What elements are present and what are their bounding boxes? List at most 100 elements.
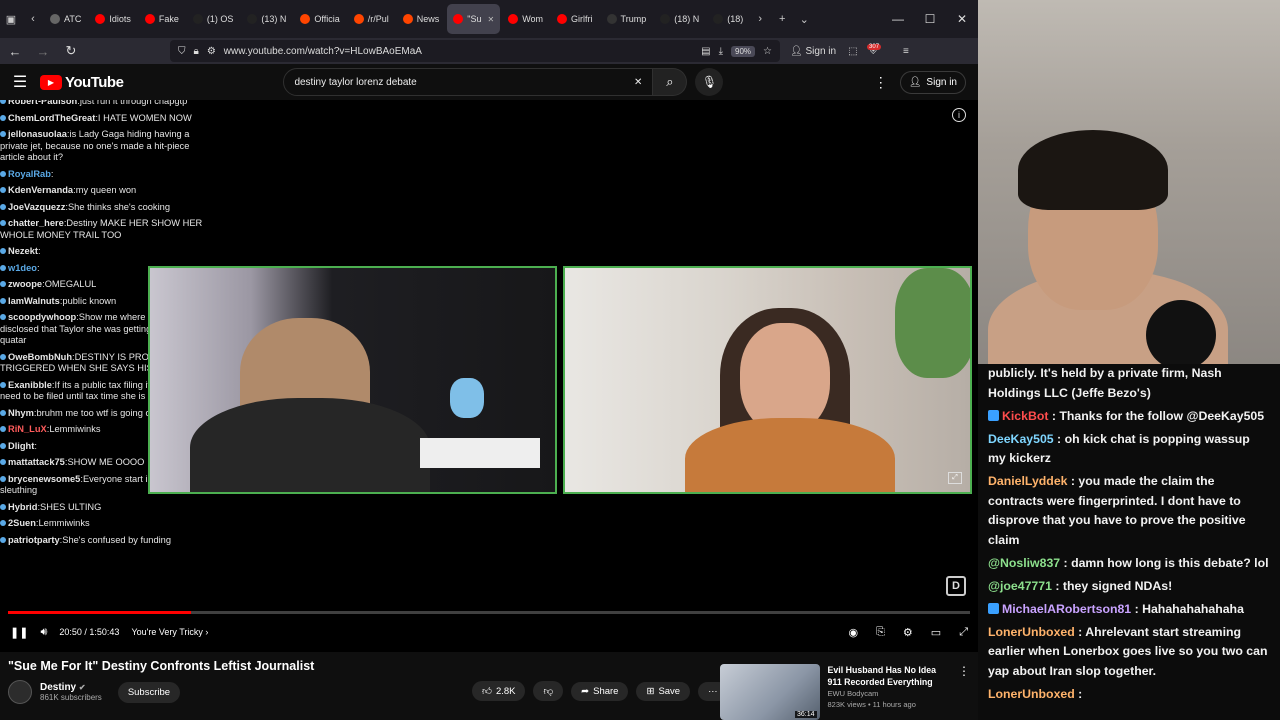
channel-avatar[interactable]	[8, 680, 32, 704]
chapter-button[interactable]: You're Very Tricky ›	[131, 627, 208, 637]
user-badge-icon	[0, 248, 6, 254]
fullscreen-icon[interactable]: ⤢	[959, 626, 968, 639]
close-tab-icon[interactable]: ✕	[487, 15, 494, 24]
maximize-icon[interactable]: ☐	[914, 12, 946, 26]
stream-chat-username[interactable]: DeeKay505	[988, 432, 1054, 446]
browser-tab[interactable]: News	[397, 4, 446, 34]
recommended-video[interactable]: 36:14 Evil Husband Has No Idea 911 Recor…	[720, 664, 970, 720]
browser-tab[interactable]: (1) OS	[187, 4, 240, 34]
overlay-chat-username: jellonasuolaa	[8, 129, 67, 139]
url-bar[interactable]: ⛉ 🔒︎ ⚙︎ www.youtube.com/watch?v=HLowBAoE…	[170, 40, 780, 62]
right-speaker-face	[740, 323, 830, 433]
extension-shield-icon[interactable]: ⛨307	[867, 43, 892, 57]
scroll-tabs-right-icon[interactable]: ›	[749, 0, 771, 38]
channel-watermark[interactable]: D	[946, 576, 966, 596]
permissions-icon[interactable]: ⚙︎	[207, 46, 216, 57]
list-all-tabs-icon[interactable]: ⌄	[793, 0, 815, 38]
tab-favicon-icon	[402, 14, 413, 24]
hamburger-menu-icon[interactable]: ☰	[0, 72, 40, 92]
tab-list-icon[interactable]: ▣	[0, 0, 22, 38]
browser-tab[interactable]: (18) N	[654, 4, 705, 34]
browser-tab[interactable]: Girlfri	[551, 4, 599, 34]
browser-tab[interactable]: "Su ✕	[447, 4, 501, 34]
captions-icon[interactable]: ⎘	[876, 626, 885, 639]
zoom-level[interactable]: 90%	[731, 45, 756, 57]
overlay-chat-message: chatter_here:Destiny MAKE HER SHOW HER W…	[0, 218, 210, 241]
volume-icon[interactable]: 🔊︎	[40, 626, 47, 639]
clear-search-icon[interactable]: ✕	[634, 77, 642, 88]
account-button[interactable]: 👤︎ Sign in	[790, 46, 836, 57]
subscribe-button[interactable]: Subscribe	[117, 681, 181, 703]
overlay-chat-message: JoeVazquezz:She thinks she's cooking	[0, 202, 210, 214]
recommended-thumbnail[interactable]: 36:14	[720, 664, 820, 720]
stream-chat-message: @joe47771 : they signed NDAs!	[988, 577, 1270, 597]
new-tab-button[interactable]: +	[771, 0, 793, 38]
info-icon[interactable]: i	[952, 108, 966, 122]
user-badge-icon	[0, 131, 6, 137]
recommended-title[interactable]: Evil Husband Has No Idea 911 Recorded Ev…	[828, 664, 950, 688]
youtube-signin-button[interactable]: 👤︎ Sign in	[899, 70, 966, 94]
back-icon[interactable]: ←	[6, 44, 24, 59]
user-circle-icon: 👤︎	[908, 76, 922, 88]
save-button[interactable]: ⊞ Save	[636, 681, 691, 701]
shield-icon[interactable]: ⛉	[178, 46, 186, 57]
tab-label: (18) N	[674, 14, 700, 24]
expand-icon[interactable]: ⤢	[948, 472, 962, 484]
stream-chat-username[interactable]: LonerUnboxed	[988, 687, 1075, 701]
reload-icon[interactable]: ↻	[62, 43, 80, 59]
settings-gear-icon[interactable]: ⚙︎	[903, 626, 913, 639]
theater-mode-icon[interactable]: ▭	[931, 626, 941, 639]
browser-tab[interactable]: Trump	[601, 4, 653, 34]
browser-tab[interactable]: /r/Pul	[348, 4, 395, 34]
recommended-menu-icon[interactable]: ⋮	[958, 664, 970, 720]
forward-icon[interactable]: →	[34, 44, 52, 59]
browser-tab[interactable]: Fake	[139, 4, 185, 34]
dislike-button[interactable]: 👎︎	[533, 681, 564, 701]
pause-icon[interactable]: ❚❚	[10, 626, 28, 639]
stream-chat-username[interactable]: @Nosliw837	[988, 556, 1060, 570]
browser-tab[interactable]: Wom	[502, 4, 549, 34]
stream-chat-username[interactable]: DanielLyddek	[988, 474, 1068, 488]
search-button[interactable]: ⌕	[653, 68, 688, 96]
browser-tab[interactable]: (13) N	[241, 4, 292, 34]
progress-bar[interactable]	[8, 611, 970, 614]
browser-tab[interactable]: Idiots	[89, 4, 137, 34]
autoplay-toggle[interactable]: ◉	[848, 626, 858, 639]
separator: :	[34, 440, 37, 451]
share-button[interactable]: ➦ Share	[571, 681, 629, 701]
scroll-tabs-left-icon[interactable]: ‹	[22, 0, 44, 38]
browser-tab[interactable]: (18)	[707, 4, 749, 34]
app-menu-icon[interactable]: ≡	[903, 46, 909, 57]
overlay-chat-username: mattattack75	[8, 457, 65, 467]
minimize-icon[interactable]: —	[882, 12, 914, 26]
player-controls-right: ◉ ⎘ ⚙︎ ▭ ⤢	[848, 626, 968, 639]
channel-name[interactable]: Destiny ✔	[40, 682, 102, 693]
like-button[interactable]: 👍︎ 2.8K	[472, 681, 526, 701]
lock-icon[interactable]: 🔒︎	[194, 46, 199, 57]
extension-badge: 307	[867, 43, 882, 50]
reader-view-icon[interactable]: ▤	[701, 46, 710, 57]
tab-favicon-icon	[606, 14, 617, 24]
stream-chat-text: :	[1074, 686, 1083, 701]
save-page-icon[interactable]: ⤓	[719, 46, 723, 57]
browser-tab[interactable]: Officia	[294, 4, 345, 34]
tab-favicon-icon	[508, 14, 519, 24]
search-query[interactable]: destiny taylor lorenz debate	[294, 77, 634, 88]
close-window-icon[interactable]: ✕	[946, 12, 978, 26]
settings-kebab-icon[interactable]: ⋮	[874, 74, 888, 91]
extensions-icon[interactable]: ⬚	[848, 46, 857, 57]
browser-tab[interactable]: ATC	[44, 4, 87, 34]
voice-search-button[interactable]: 🎙︎	[695, 68, 724, 96]
tab-label: Wom	[522, 14, 544, 24]
stream-chat-username[interactable]: MichaelARobertson81	[1002, 602, 1131, 616]
overlay-chat-username: Hybrid	[8, 501, 38, 512]
search-input[interactable]: destiny taylor lorenz debate ✕	[283, 68, 654, 96]
url-text[interactable]: www.youtube.com/watch?v=HLowBAoEMaA	[224, 46, 693, 57]
stream-chat-username[interactable]: LonerUnboxed	[988, 625, 1075, 639]
stream-chat-username[interactable]: @joe47771	[988, 579, 1052, 593]
bookmark-star-icon[interactable]: ☆	[763, 46, 772, 57]
stream-chat-username[interactable]: KickBot	[1002, 409, 1048, 423]
stream-chat-text: : they signed NDAs!	[1051, 578, 1173, 593]
video-player[interactable]: i Robert-Paulson:just run it through cha…	[0, 100, 978, 652]
youtube-logo[interactable]: ▶ YouTube	[40, 74, 124, 91]
